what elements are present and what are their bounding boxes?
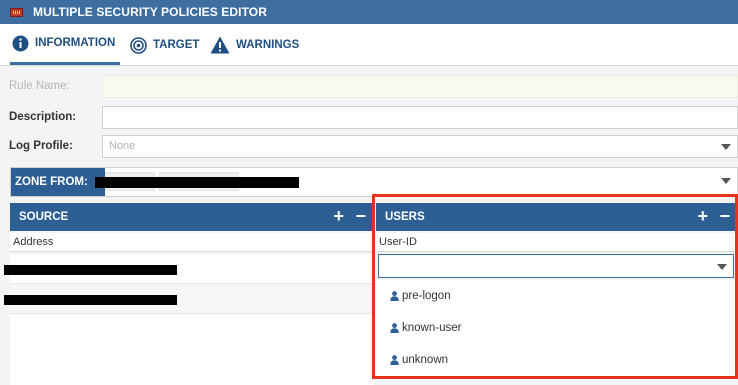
dropdown-option-label: unknown <box>402 354 449 366</box>
redaction-bar <box>4 295 177 305</box>
tab-information[interactable]: INFORMATION <box>10 24 120 65</box>
source-empty-area <box>10 314 374 385</box>
description-field[interactable] <box>102 106 738 129</box>
log-profile-select[interactable]: None <box>102 135 738 158</box>
add-user-button[interactable]: + <box>697 207 708 225</box>
tab-target[interactable]: TARGET <box>130 24 199 66</box>
user-icon <box>390 323 399 333</box>
target-icon <box>130 36 147 54</box>
user-id-dropdown: pre-logon known-user unknown <box>376 280 736 380</box>
redaction-bar <box>95 177 299 188</box>
log-profile-value: None <box>109 140 136 152</box>
user-id-input[interactable] <box>378 254 734 278</box>
tab-bar: INFORMATION TARGET WARNINGS <box>0 24 738 66</box>
rule-name-field <box>102 75 738 98</box>
remove-user-button[interactable]: − <box>719 207 730 225</box>
remove-source-button[interactable]: − <box>355 207 366 225</box>
tab-information-label: INFORMATION <box>35 37 116 49</box>
add-source-button[interactable]: + <box>333 207 344 225</box>
redaction-bar <box>4 265 177 275</box>
dropdown-option-label: known-user <box>402 322 462 334</box>
users-column-header: User-ID <box>376 233 738 252</box>
info-icon <box>12 35 29 52</box>
chevron-down-icon <box>721 144 731 150</box>
tab-warnings[interactable]: WARNINGS <box>210 24 299 66</box>
user-icon <box>390 355 399 365</box>
zone-from-select[interactable]: ZONE FROM: <box>10 167 738 197</box>
users-title: USERS <box>385 211 425 223</box>
table-row[interactable] <box>4 254 374 284</box>
user-icon <box>390 291 399 301</box>
source-title: SOURCE <box>19 211 69 223</box>
zone-from-label: ZONE FROM: <box>11 168 105 196</box>
rule-name-label: Rule Name: <box>9 80 70 92</box>
users-header: USERS + − <box>376 203 738 231</box>
source-header: SOURCE + − <box>10 203 374 231</box>
tab-warnings-label: WARNINGS <box>236 39 300 51</box>
app-icon <box>10 7 23 17</box>
description-label: Description: <box>9 111 77 123</box>
warning-icon <box>210 36 230 54</box>
dropdown-option-pre-logon[interactable]: pre-logon <box>390 286 451 306</box>
dropdown-option-unknown[interactable]: unknown <box>390 350 448 370</box>
title-bar: MULTIPLE SECURITY POLICIES EDITOR <box>0 0 738 24</box>
dropdown-option-label: pre-logon <box>402 290 451 302</box>
dropdown-option-known-user[interactable]: known-user <box>390 318 461 338</box>
chevron-down-icon <box>717 264 727 270</box>
log-profile-label: Log Profile: <box>9 140 73 152</box>
source-column-header: Address <box>10 233 374 252</box>
table-row[interactable] <box>4 284 374 314</box>
chevron-down-icon <box>721 178 731 184</box>
tab-target-label: TARGET <box>153 39 200 51</box>
window-title: MULTIPLE SECURITY POLICIES EDITOR <box>33 5 267 19</box>
